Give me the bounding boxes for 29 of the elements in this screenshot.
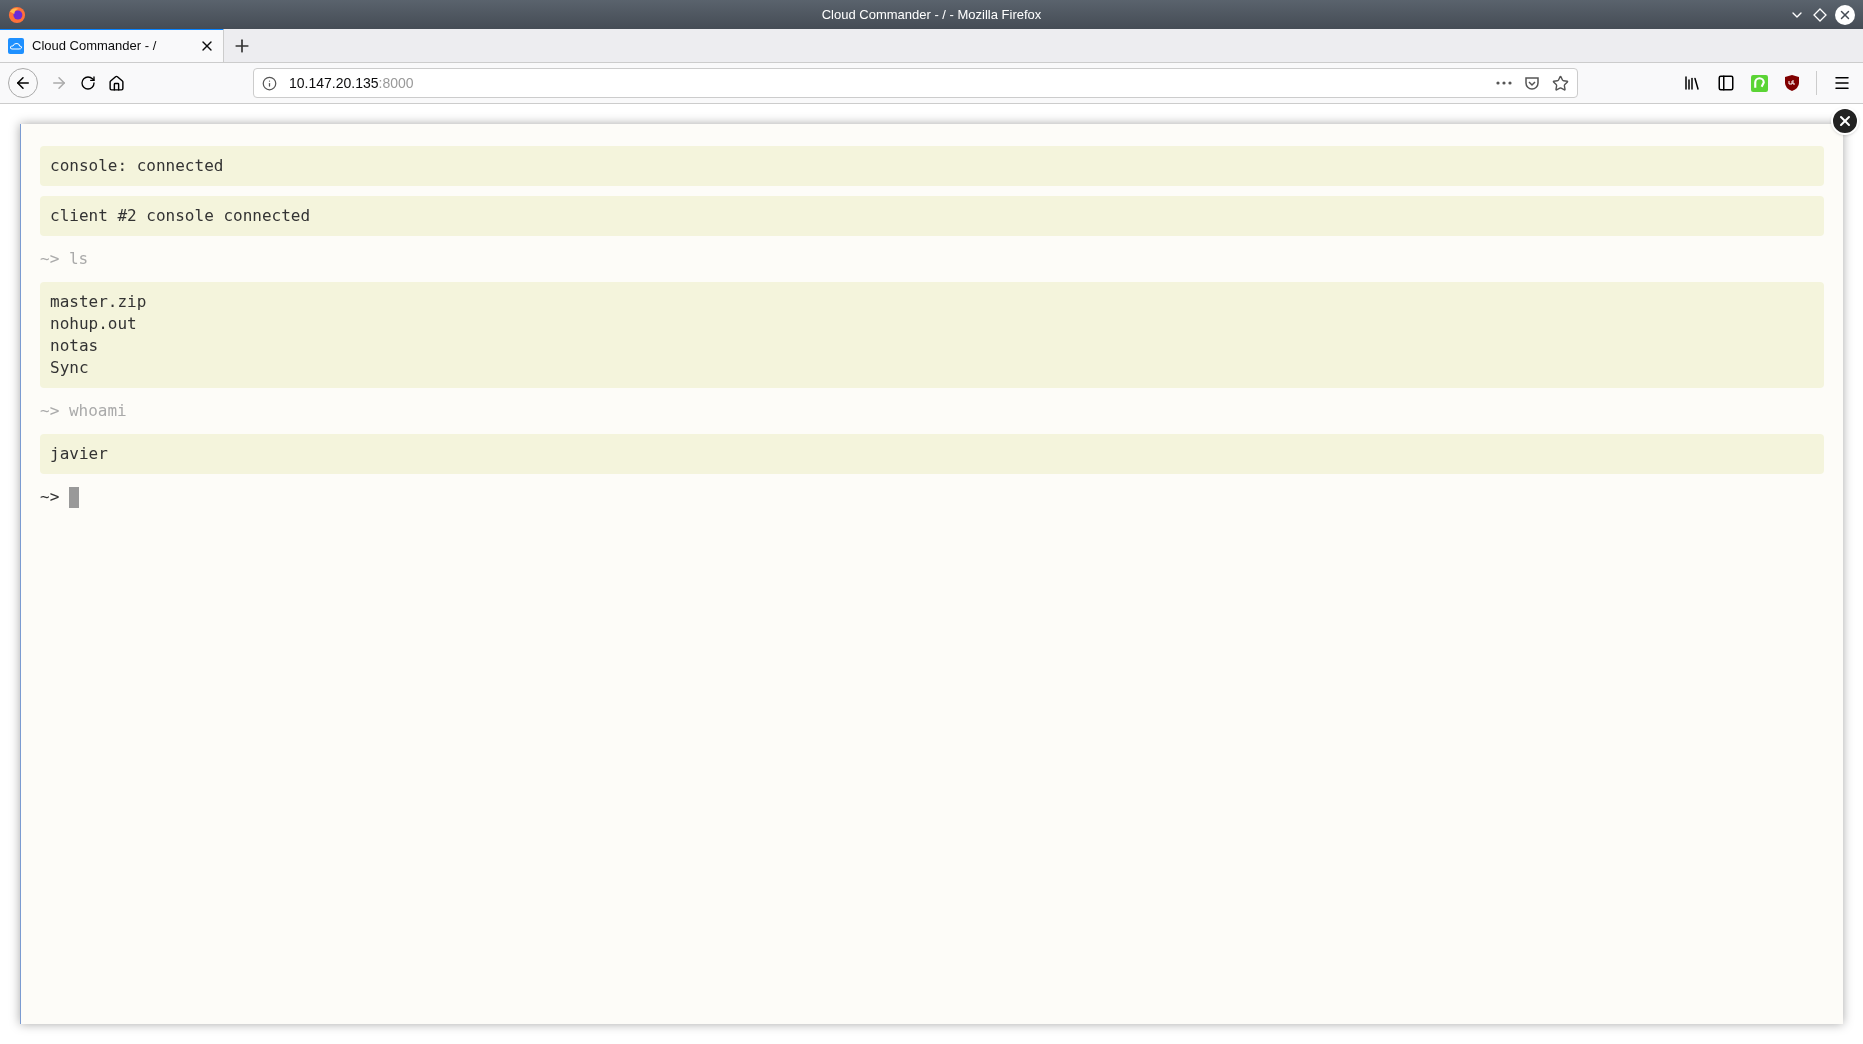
console-command: ~> whoami [40,400,128,422]
bookmark-star-icon[interactable] [1552,74,1569,92]
close-button[interactable] [1835,4,1855,25]
maximize-icon[interactable] [1813,7,1827,22]
console-prompt: ~> [40,486,60,508]
tab-label: Cloud Commander - / [32,37,158,56]
console-output: master.zip nohup.out notas Sync [40,282,1824,388]
info-icon[interactable] [262,75,277,91]
menu-icon[interactable] [1833,74,1851,92]
url-text: 10.147.20.135:8000 [289,73,414,93]
close-console-button[interactable] [1831,107,1859,135]
address-bar[interactable]: 10.147.20.135:8000 [253,68,1578,98]
close-icon [1837,113,1853,129]
browser-logo-icon [8,5,26,24]
cloud-icon [8,38,24,54]
sidebar-icon[interactable] [1717,74,1735,92]
library-icon[interactable] [1683,74,1701,92]
home-icon[interactable] [108,74,125,92]
more-icon[interactable] [1496,81,1512,85]
browser-tab[interactable]: Cloud Commander - / [0,28,224,62]
shield-icon[interactable] [1784,74,1800,92]
console-output: console: connected [40,146,1824,186]
pocket-icon[interactable] [1524,75,1540,91]
text-cursor [69,486,80,508]
console-command: ~> ls [40,248,90,270]
console-output: javier [40,434,1824,474]
reload-icon[interactable] [80,75,96,91]
window-title: Cloud Commander - / - Mozilla Firefox [821,5,1042,24]
console-output: client #2 console connected [40,196,1824,236]
